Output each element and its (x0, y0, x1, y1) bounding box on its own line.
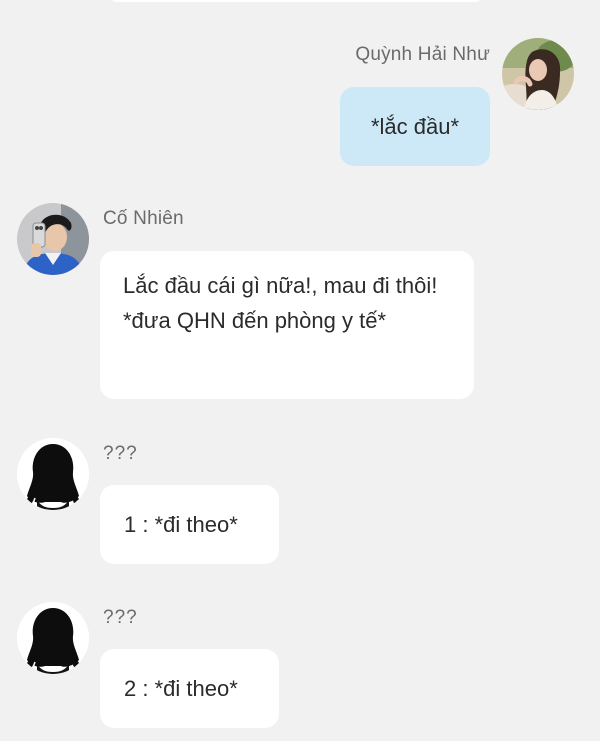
profile-photo-icon (17, 203, 89, 275)
profile-photo-icon (502, 38, 574, 110)
previous-message-bubble-edge (110, 0, 482, 2)
message-bubble[interactable]: 2 : *đi theo* (100, 649, 279, 728)
sender-avatar[interactable] (17, 203, 89, 275)
message-bubble[interactable]: *lắc đầu* (340, 87, 490, 166)
silhouette-avatar-icon (17, 438, 89, 510)
message-bubble[interactable]: Lắc đầu cái gì nữa!, mau đi thôi! *đưa Q… (100, 251, 474, 399)
sender-name: ??? (103, 443, 138, 464)
silhouette-avatar-icon (17, 602, 89, 674)
sender-name: Cố Nhiên (103, 208, 184, 229)
sender-name: ??? (103, 607, 138, 628)
sender-avatar[interactable] (17, 438, 89, 510)
sender-name: Quỳnh Hải Như (355, 44, 490, 65)
sender-avatar[interactable] (17, 602, 89, 674)
message-bubble[interactable]: 1 : *đi theo* (100, 485, 279, 564)
sender-avatar[interactable] (502, 38, 574, 110)
